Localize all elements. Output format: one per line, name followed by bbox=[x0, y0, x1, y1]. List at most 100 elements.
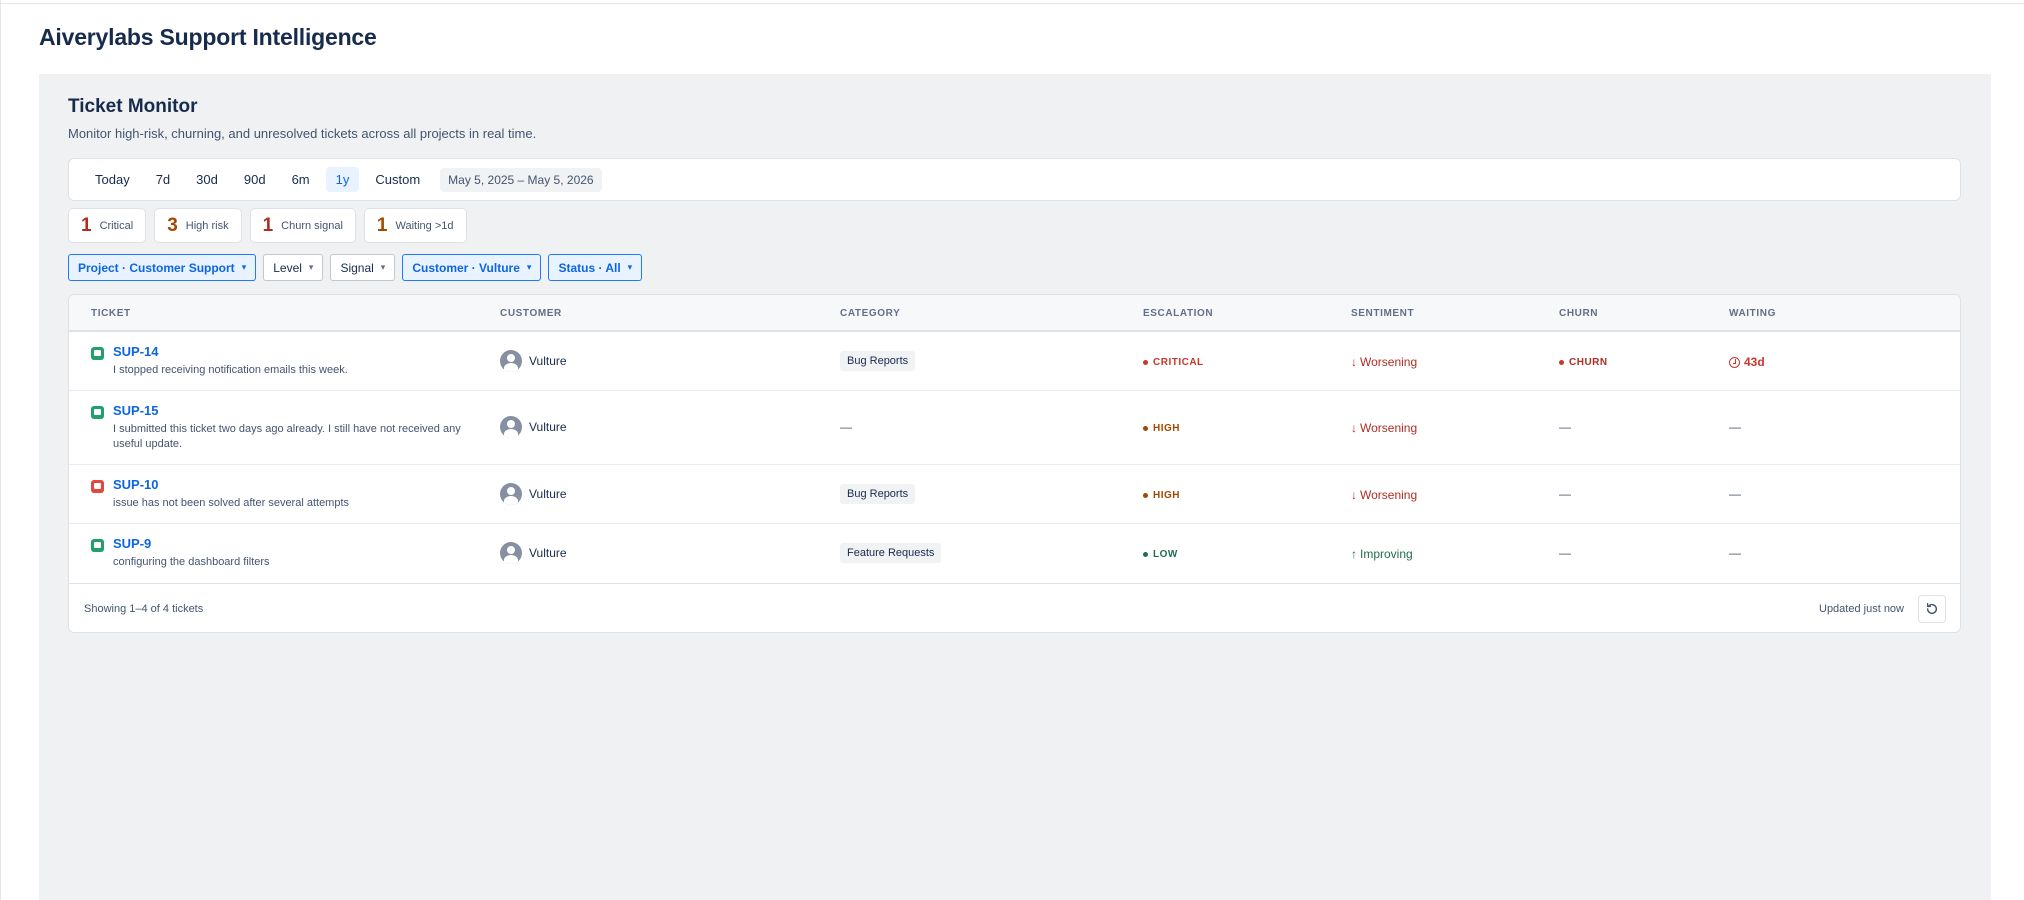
status-dot bbox=[1559, 360, 1564, 365]
col-sentiment[interactable]: SENTIMENT bbox=[1351, 308, 1414, 319]
ticket-summary: I submitted this ticket two days ago alr… bbox=[113, 423, 461, 450]
table-row[interactable]: SUP-10 issue has not been solved after s… bbox=[69, 465, 1960, 524]
date-range-display[interactable]: May 5, 2025 – May 5, 2026 bbox=[440, 167, 602, 192]
ticket-summary: configuring the dashboard filters bbox=[113, 556, 270, 568]
arrow-up-icon: ↑ bbox=[1351, 547, 1357, 561]
range-30d[interactable]: 30d bbox=[186, 167, 228, 192]
sentiment-label: Worsening bbox=[1360, 421, 1418, 435]
ticket-summary: I stopped receiving notification emails … bbox=[113, 364, 348, 376]
avatar bbox=[500, 483, 522, 505]
stat-cards: 1 Critical 3 High risk 1 Churn signal 1 … bbox=[68, 208, 467, 243]
waiting-empty: — bbox=[1729, 487, 1741, 501]
col-customer[interactable]: CUSTOMER bbox=[500, 308, 562, 319]
left-border bbox=[0, 0, 1, 900]
filter-customer[interactable]: Customer · Vulture ▾ bbox=[402, 254, 542, 281]
filter-project[interactable]: Project · Customer Support ▾ bbox=[68, 254, 257, 281]
col-escalation[interactable]: ESCALATION bbox=[1143, 308, 1213, 319]
range-1y[interactable]: 1y bbox=[325, 167, 360, 192]
churn-label: CHURN bbox=[1569, 357, 1608, 368]
stat-value: 1 bbox=[81, 214, 92, 236]
col-waiting[interactable]: WAITING bbox=[1729, 308, 1776, 319]
section-subtitle: Monitor high-risk, churning, and unresol… bbox=[68, 126, 537, 141]
sentiment-label: Worsening bbox=[1360, 355, 1418, 369]
filter-label: Signal bbox=[340, 260, 374, 275]
escalation-label: CRITICAL bbox=[1153, 357, 1204, 368]
stat-high-risk[interactable]: 3 High risk bbox=[154, 208, 242, 243]
range-7d[interactable]: 7d bbox=[146, 167, 180, 192]
stat-value: 1 bbox=[376, 214, 388, 236]
stat-critical[interactable]: 1 Critical bbox=[68, 208, 147, 243]
escalation-badge: HIGH bbox=[1143, 423, 1180, 434]
clock-icon bbox=[1729, 356, 1740, 368]
customer-cell: Vulture bbox=[500, 416, 567, 438]
stat-value: 1 bbox=[262, 214, 274, 236]
filter-label: Project · Customer Support bbox=[78, 260, 235, 275]
table-row[interactable]: SUP-14 I stopped receiving notification … bbox=[69, 332, 1960, 391]
escalation-label: HIGH bbox=[1153, 423, 1180, 434]
stat-label: Critical bbox=[99, 219, 134, 232]
arrow-down-icon: ↓ bbox=[1351, 421, 1357, 435]
stat-waiting[interactable]: 1 Waiting >1d bbox=[363, 208, 467, 243]
task-icon bbox=[91, 539, 104, 552]
arrow-down-icon: ↓ bbox=[1351, 488, 1357, 502]
sentiment-indicator: ↓ Worsening bbox=[1351, 421, 1417, 435]
waiting-empty: — bbox=[1729, 546, 1741, 560]
customer-name: Vulture bbox=[529, 546, 567, 560]
category-empty: — bbox=[840, 420, 852, 434]
churn-empty: — bbox=[1559, 487, 1571, 501]
churn-badge: CHURN bbox=[1559, 357, 1608, 368]
avatar bbox=[500, 416, 522, 438]
task-icon bbox=[91, 347, 104, 360]
ticket-summary: issue has not been solved after several … bbox=[113, 497, 350, 509]
sentiment-indicator: ↓ Worsening bbox=[1351, 355, 1417, 369]
ticket-key-link[interactable]: SUP-10 bbox=[113, 477, 159, 492]
status-dot bbox=[1143, 552, 1148, 557]
escalation-label: LOW bbox=[1153, 549, 1178, 560]
stat-value: 3 bbox=[167, 214, 178, 236]
filter-bar: Project · Customer Support ▾ Level ▾ Signa… bbox=[68, 254, 643, 281]
refresh-button[interactable] bbox=[1918, 595, 1946, 623]
refresh-icon bbox=[1926, 603, 1938, 615]
customer-name: Vulture bbox=[529, 420, 567, 434]
filter-label: Status · All bbox=[558, 260, 621, 275]
range-custom[interactable]: Custom bbox=[365, 167, 430, 192]
col-category[interactable]: CATEGORY bbox=[840, 308, 900, 319]
updated-status: Updated just now bbox=[1819, 603, 1904, 615]
escalation-label: HIGH bbox=[1153, 490, 1180, 501]
col-ticket[interactable]: TICKET bbox=[91, 308, 131, 319]
waiting-value: 43d bbox=[1744, 355, 1765, 369]
category-tag: Bug Reports bbox=[840, 484, 916, 504]
tickets-table: TICKET CUSTOMER CATEGORY ESCALATION SENT… bbox=[68, 294, 1961, 633]
filter-label: Level bbox=[273, 260, 302, 275]
range-90d[interactable]: 90d bbox=[234, 167, 276, 192]
table-row[interactable]: SUP-9 configuring the dashboard filters … bbox=[69, 524, 1960, 583]
range-today[interactable]: Today bbox=[85, 167, 140, 192]
sentiment-label: Worsening bbox=[1360, 488, 1418, 502]
table-header: TICKET CUSTOMER CATEGORY ESCALATION SENT… bbox=[69, 295, 1960, 332]
stat-label: Waiting >1d bbox=[395, 219, 454, 232]
filter-status[interactable]: Status · All ▾ bbox=[548, 254, 643, 281]
stat-label: Churn signal bbox=[281, 219, 343, 232]
status-dot bbox=[1143, 426, 1148, 431]
col-churn[interactable]: CHURN bbox=[1559, 308, 1598, 319]
customer-cell: Vulture bbox=[500, 350, 567, 372]
ticket-key-link[interactable]: SUP-14 bbox=[113, 344, 159, 359]
date-range-bar: Today 7d 30d 90d 6m 1y Custom May 5, 202… bbox=[68, 158, 1961, 201]
app-title: Aiverylabs Support Intelligence bbox=[39, 24, 377, 50]
chevron-down-icon: ▾ bbox=[627, 262, 633, 272]
arrow-down-icon: ↓ bbox=[1351, 355, 1357, 369]
waiting-time: 43d bbox=[1729, 355, 1765, 369]
churn-empty: — bbox=[1559, 420, 1571, 434]
ticket-key-link[interactable]: SUP-15 bbox=[113, 403, 159, 418]
sentiment-label: Improving bbox=[1360, 547, 1413, 561]
avatar bbox=[500, 350, 522, 372]
ticket-key-link[interactable]: SUP-9 bbox=[113, 536, 151, 551]
stat-churn-signal[interactable]: 1 Churn signal bbox=[249, 208, 356, 243]
filter-signal[interactable]: Signal ▾ bbox=[330, 254, 396, 281]
chevron-down-icon: ▾ bbox=[308, 262, 314, 272]
chevron-down-icon: ▾ bbox=[241, 262, 247, 272]
filter-level[interactable]: Level ▾ bbox=[263, 254, 324, 281]
table-row[interactable]: SUP-15 I submitted this ticket two days … bbox=[69, 391, 1960, 465]
range-6m[interactable]: 6m bbox=[282, 167, 320, 192]
escalation-badge: LOW bbox=[1143, 549, 1178, 560]
